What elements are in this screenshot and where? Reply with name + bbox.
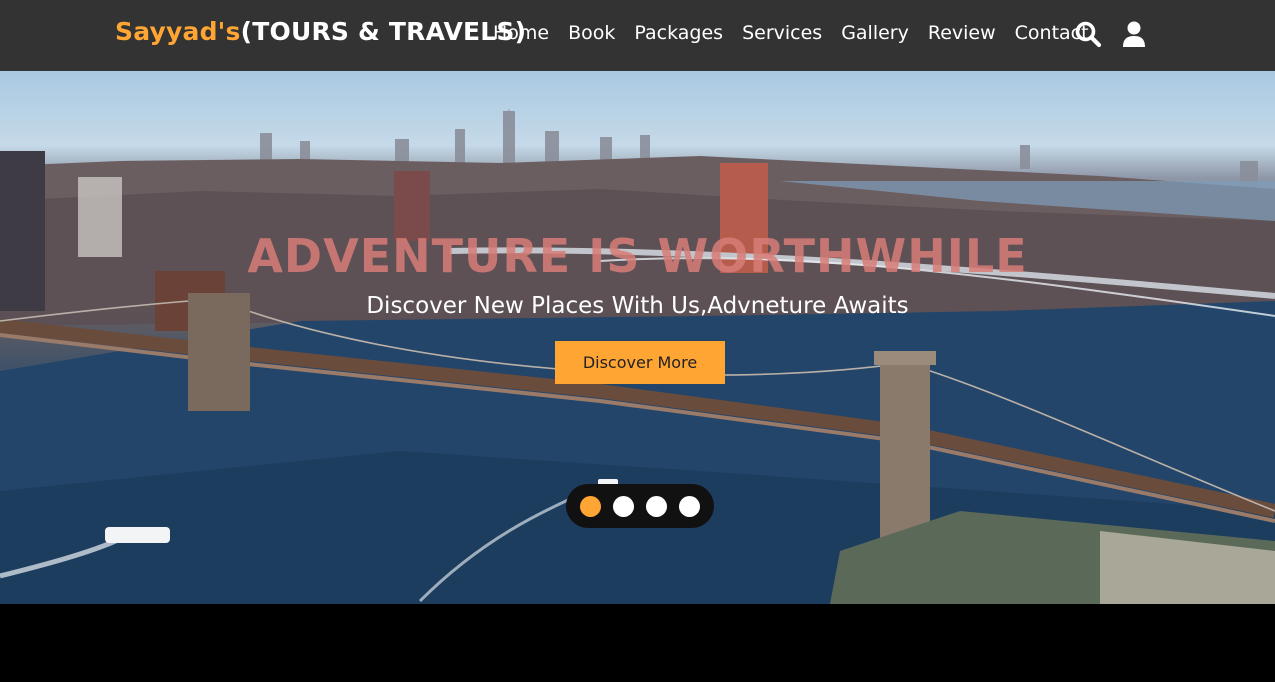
nav-link-services[interactable]: Services [742, 22, 822, 44]
nav-link-book[interactable]: Book [568, 22, 615, 44]
slider-dots [566, 484, 714, 528]
logo-tagline: (TOURS & TRAVELS) [240, 17, 527, 46]
nav-link-review[interactable]: Review [928, 22, 996, 44]
nav-link-home[interactable]: Home [493, 22, 549, 44]
slider-dot-2[interactable] [613, 495, 634, 517]
slider-dot-4[interactable] [679, 495, 700, 517]
navbar: Sayyad's(TOURS & TRAVELS) Home Book Pack… [0, 0, 1275, 71]
nav-link-gallery[interactable]: Gallery [841, 22, 909, 44]
hero-subtitle: Discover New Places With Us,Advneture Aw… [366, 293, 909, 319]
logo-brand: Sayyad's [115, 17, 241, 46]
discover-more-button[interactable]: Discover More [555, 341, 725, 384]
page-bottom-area [0, 604, 1275, 682]
user-icon[interactable] [1120, 20, 1148, 48]
nav-links: Home Book Packages Services Gallery Revi… [493, 22, 1108, 44]
hero-title: ADVENTURE IS WORTHWHILE [247, 229, 1028, 283]
search-icon[interactable] [1074, 20, 1102, 48]
site-logo[interactable]: Sayyad's(TOURS & TRAVELS) [115, 17, 526, 46]
slider-dot-3[interactable] [646, 495, 667, 517]
hero-section: ADVENTURE IS WORTHWHILE Discover New Pla… [0, 71, 1275, 604]
slider-dot-1[interactable] [580, 495, 601, 517]
nav-link-packages[interactable]: Packages [634, 22, 723, 44]
